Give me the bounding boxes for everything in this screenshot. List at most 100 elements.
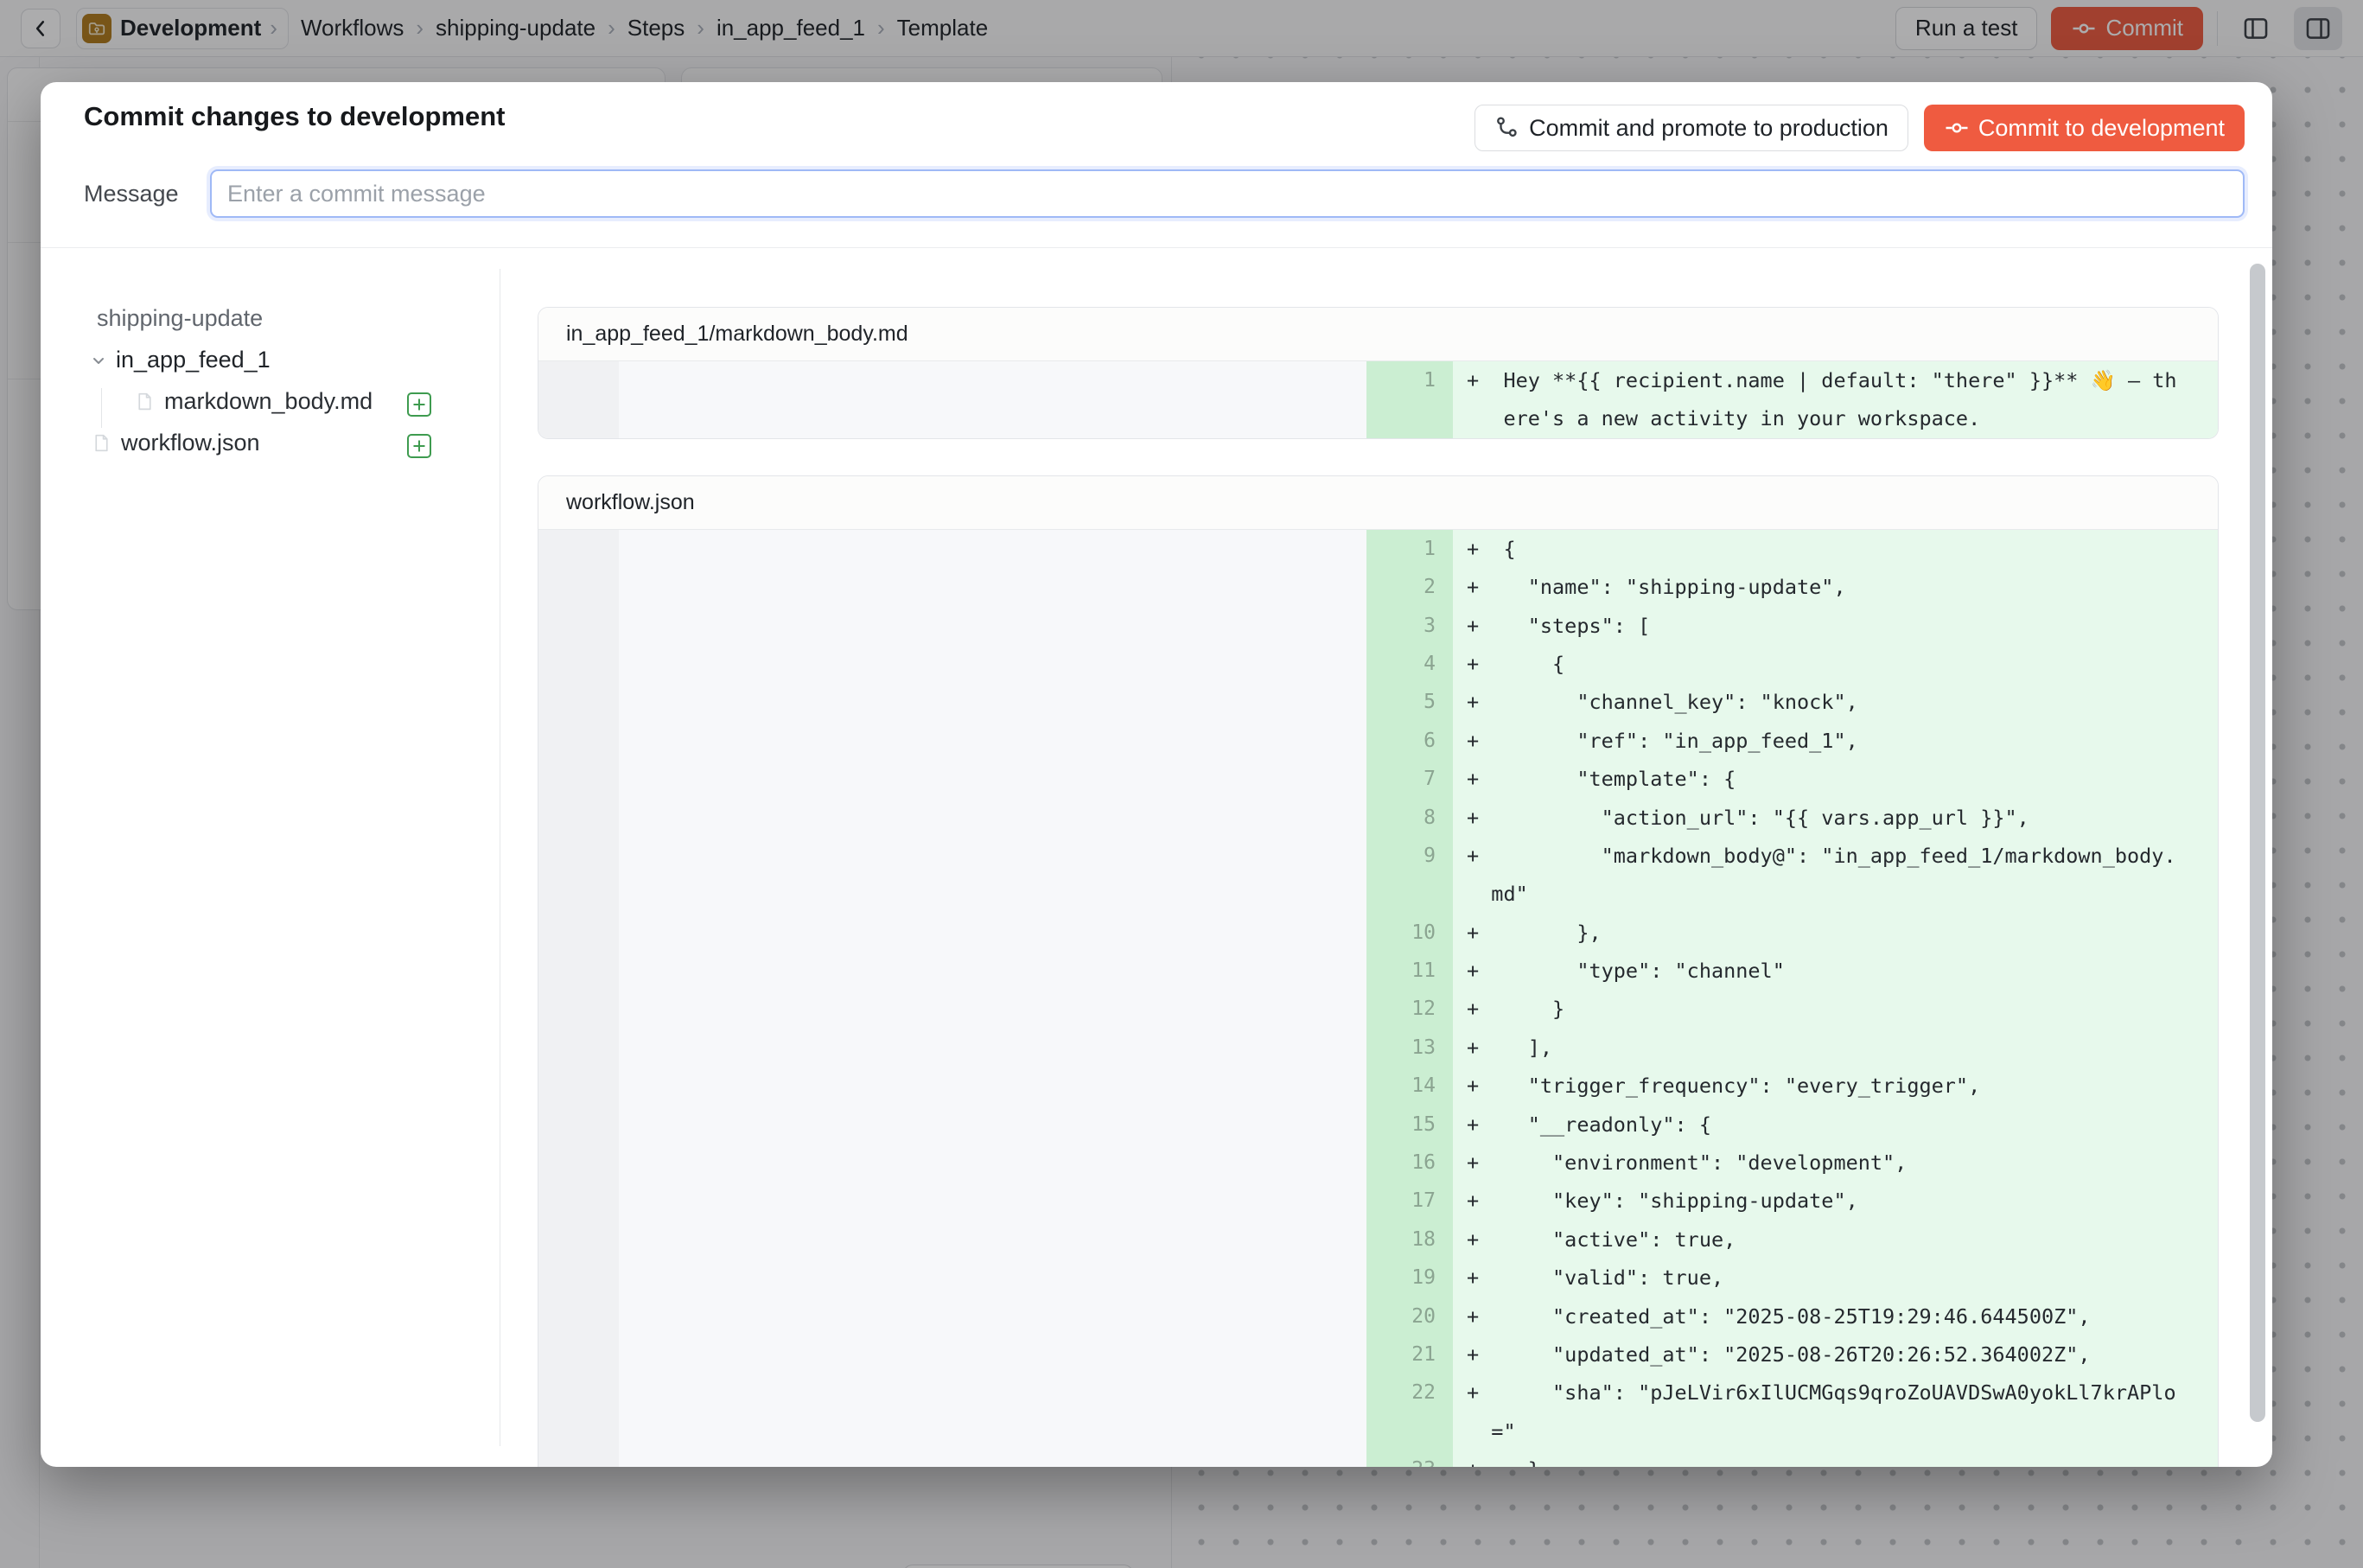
tree-file-label: workflow.json — [121, 430, 260, 456]
diff-line-code: + ], — [1453, 1029, 2218, 1067]
diff-line-number — [1366, 1412, 1453, 1450]
diff-line-number: 5 — [1366, 683, 1453, 721]
diff-line: 10+ }, — [1366, 914, 2218, 952]
diff-line: 14+ "trigger_frequency": "every_trigger"… — [1366, 1067, 2218, 1105]
diff-line-code: + { — [1453, 530, 2218, 568]
diff-line-code: + }, — [1453, 914, 2218, 952]
diff-line-code: ere's a new activity in your workspace. — [1453, 399, 2218, 437]
diff-line: 8+ "action_url": "{{ vars.app_url }}", — [1366, 799, 2218, 837]
tree-indent-guide — [101, 388, 102, 428]
diff-line: 11+ "type": "channel" — [1366, 952, 2218, 990]
diff-line-code: md" — [1453, 875, 2218, 913]
diff-line: 20+ "created_at": "2025-08-25T19:29:46.6… — [1366, 1297, 2218, 1335]
tree-item-workflow-json[interactable]: workflow.json — [91, 430, 260, 456]
diff-line-number: 21 — [1366, 1335, 1453, 1374]
commit-modal: Commit changes to development Commit and… — [41, 82, 2272, 1467]
modal-scrollbar-thumb[interactable] — [2250, 264, 2265, 1422]
diff-line-code: + } — [1453, 1450, 2218, 1467]
modal-title: Commit changes to development — [84, 101, 505, 132]
diff-file-name: in_app_feed_1/markdown_body.md — [538, 308, 2218, 361]
diff-line-code: + "key": "shipping-update", — [1453, 1182, 2218, 1220]
commit-icon — [1944, 115, 1970, 141]
diff-line-code: + "markdown_body@": "in_app_feed_1/markd… — [1453, 837, 2218, 875]
commit-modal-body: shipping-update in_app_feed_1 markdown_b… — [41, 248, 2272, 1467]
stage-file-button-workflow[interactable] — [406, 433, 432, 459]
tree-item-markdown-body[interactable]: markdown_body.md — [134, 388, 373, 415]
message-label: Message — [84, 181, 210, 207]
diff-line-number: 10 — [1366, 914, 1453, 952]
diff-file-name: workflow.json — [538, 476, 2218, 530]
diff-line-number: 1 — [1366, 361, 1453, 399]
diff-line-number: 13 — [1366, 1029, 1453, 1067]
diff-line-number: 12 — [1366, 990, 1453, 1028]
diff-line: 19+ "valid": true, — [1366, 1259, 2218, 1297]
diff-line-number: 3 — [1366, 607, 1453, 645]
commit-to-development-button[interactable]: Commit to development — [1924, 105, 2245, 151]
diff-line-code: =" — [1453, 1412, 2218, 1450]
diff-line: 18+ "active": true, — [1366, 1221, 2218, 1259]
diff-line-code: + "steps": [ — [1453, 607, 2218, 645]
commit-modal-header: Commit changes to development Commit and… — [41, 82, 2272, 248]
commit-to-development-label: Commit to development — [1978, 115, 2225, 142]
diff-line-code: + "template": { — [1453, 760, 2218, 798]
diff-line-code: + Hey **{{ recipient.name | default: "th… — [1453, 361, 2218, 399]
diff-line: 15+ "__readonly": { — [1366, 1106, 2218, 1144]
diff-line-code: + "type": "channel" — [1453, 952, 2218, 990]
diff-line-number: 16 — [1366, 1144, 1453, 1182]
commit-and-promote-label: Commit and promote to production — [1529, 115, 1888, 142]
diff-new-pane: 1+ {2+ "name": "shipping-update",3+ "ste… — [1366, 530, 2218, 1467]
diff-line-code: + "ref": "in_app_feed_1", — [1453, 722, 2218, 760]
diff-line: 2+ "name": "shipping-update", — [1366, 568, 2218, 606]
diff-line: 7+ "template": { — [1366, 760, 2218, 798]
diff-old-pane — [538, 530, 1366, 1467]
commit-message-input[interactable] — [210, 169, 2245, 218]
diff-line-number: 4 — [1366, 645, 1453, 683]
diff-line-number: 18 — [1366, 1221, 1453, 1259]
diff-line: =" — [1366, 1412, 2218, 1450]
diff-line-code: + "action_url": "{{ vars.app_url }}", — [1453, 799, 2218, 837]
modal-actions: Commit and promote to production Commit … — [1474, 105, 2245, 151]
screen: Development › Workflows›shipping-update›… — [0, 0, 2363, 1568]
diff-line: 12+ } — [1366, 990, 2218, 1028]
stage-file-button-markdown[interactable] — [406, 392, 432, 417]
diff-card-workflow-json: workflow.json 1+ {2+ "name": "shipping-u… — [538, 475, 2219, 1467]
diff-line-code: + "__readonly": { — [1453, 1106, 2218, 1144]
diff-line: 16+ "environment": "development", — [1366, 1144, 2218, 1182]
chevron-down-icon — [88, 350, 109, 371]
diff-line-code: + "valid": true, — [1453, 1259, 2218, 1297]
diff-line: 1+ { — [1366, 530, 2218, 568]
diff-line-code: + "name": "shipping-update", — [1453, 568, 2218, 606]
diff-line-code: + { — [1453, 645, 2218, 683]
diff-line: 23+ } — [1366, 1450, 2218, 1467]
diff-line-number: 11 — [1366, 952, 1453, 990]
changed-files-tree: shipping-update in_app_feed_1 markdown_b… — [41, 248, 500, 1467]
diff-line: 13+ ], — [1366, 1029, 2218, 1067]
diff-line-number: 2 — [1366, 568, 1453, 606]
git-promote-icon — [1494, 115, 1520, 141]
diff-line: 22+ "sha": "pJeLVir6xIlUCMGqs9qroZoUAVDS… — [1366, 1374, 2218, 1412]
diff-line-number: 17 — [1366, 1182, 1453, 1220]
diff-line-number: 20 — [1366, 1297, 1453, 1335]
diff-line: 17+ "key": "shipping-update", — [1366, 1182, 2218, 1220]
modal-scrollbar[interactable] — [2250, 264, 2267, 1439]
tree-item-step-folder[interactable]: in_app_feed_1 — [88, 347, 271, 373]
diff-line-number: 8 — [1366, 799, 1453, 837]
diff-new-pane: 1+ Hey **{{ recipient.name | default: "t… — [1366, 361, 2218, 438]
commit-and-promote-button[interactable]: Commit and promote to production — [1474, 105, 1908, 151]
diff-body: 1+ {2+ "name": "shipping-update",3+ "ste… — [538, 530, 2218, 1467]
diff-line-code: + "trigger_frequency": "every_trigger", — [1453, 1067, 2218, 1105]
diff-line-number: 9 — [1366, 837, 1453, 875]
diff-line: 9+ "markdown_body@": "in_app_feed_1/mark… — [1366, 837, 2218, 875]
diff-line-code: + "sha": "pJeLVir6xIlUCMGqs9qroZoUAVDSwA… — [1453, 1374, 2218, 1412]
diff-line: md" — [1366, 875, 2218, 913]
diff-line-code: + "updated_at": "2025-08-26T20:26:52.364… — [1453, 1335, 2218, 1374]
diff-line: 5+ "channel_key": "knock", — [1366, 683, 2218, 721]
diff-line: 6+ "ref": "in_app_feed_1", — [1366, 722, 2218, 760]
diff-line: 4+ { — [1366, 645, 2218, 683]
diff-body: 1+ Hey **{{ recipient.name | default: "t… — [538, 361, 2218, 438]
diff-line-code: + "created_at": "2025-08-25T19:29:46.644… — [1453, 1297, 2218, 1335]
diff-area: in_app_feed_1/markdown_body.md 1+ Hey **… — [500, 248, 2272, 1467]
diff-line: 1+ Hey **{{ recipient.name | default: "t… — [1366, 361, 2218, 399]
tree-item-workflow-root[interactable]: shipping-update — [97, 305, 263, 332]
tree-file-label: markdown_body.md — [164, 388, 373, 415]
